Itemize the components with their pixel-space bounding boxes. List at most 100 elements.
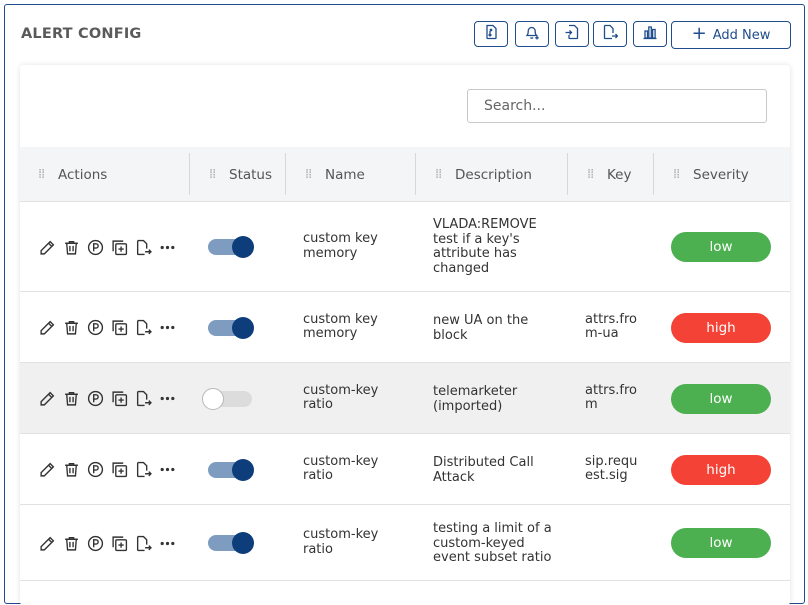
- toggle-knob: [202, 387, 224, 410]
- more-icon[interactable]: [158, 319, 176, 337]
- duplicate-icon[interactable]: [110, 461, 128, 479]
- export-icon[interactable]: [134, 390, 152, 408]
- row-actions: [38, 534, 176, 552]
- column-header-description[interactable]: ⁞⁞ Description: [435, 147, 532, 202]
- edit-icon[interactable]: [38, 390, 56, 408]
- row-actions: [38, 461, 176, 479]
- alert-name: custom key memory: [303, 231, 378, 261]
- column-divider[interactable]: [189, 153, 190, 195]
- alert-description: telemarketer (imported): [433, 384, 518, 414]
- column-divider[interactable]: [567, 153, 568, 195]
- row-actions: [38, 238, 176, 256]
- alert-name: custom key memory: [303, 311, 378, 341]
- table-row[interactable]: custom key memory VLADA:REMOVE test if a …: [20, 202, 790, 292]
- alert-table-card: ⁞⁞ Actions ⁞⁞ Status ⁞⁞ Name ⁞⁞ Descript…: [20, 65, 790, 605]
- export-icon[interactable]: [134, 238, 152, 256]
- column-header-status[interactable]: ⁞⁞ Status: [209, 147, 272, 202]
- column-header-severity[interactable]: ⁞⁞ Severity: [673, 147, 749, 202]
- severity-badge: high: [671, 312, 771, 343]
- delete-icon[interactable]: [62, 534, 80, 552]
- row-actions: [38, 390, 176, 408]
- severity-badge: low: [671, 232, 771, 262]
- export-icon[interactable]: [134, 319, 152, 337]
- severity-badge: high: [671, 454, 771, 485]
- edit-icon[interactable]: [38, 238, 56, 256]
- column-divider[interactable]: [285, 153, 286, 195]
- severity-badge: low: [671, 383, 771, 414]
- edit-icon[interactable]: [38, 461, 56, 479]
- parameters-icon[interactable]: [86, 238, 104, 256]
- file-import-icon: [564, 24, 580, 44]
- row-actions: [38, 319, 176, 337]
- status-toggle[interactable]: [206, 236, 254, 258]
- drag-handle-icon[interactable]: ⁞⁞: [587, 168, 595, 181]
- drag-handle-icon[interactable]: ⁞⁞: [305, 168, 313, 181]
- parameters-icon[interactable]: [86, 319, 104, 337]
- export-icon[interactable]: [134, 461, 152, 479]
- alert-name: custom-key ratio: [303, 453, 379, 483]
- drag-handle-icon[interactable]: ⁞⁞: [209, 168, 217, 181]
- delete-icon[interactable]: [62, 238, 80, 256]
- column-header-actions[interactable]: ⁞⁞ Actions: [38, 147, 107, 202]
- bar-chart-icon: [642, 24, 658, 44]
- table-row[interactable]: custom-key ratio Distributed Call Attack s…: [20, 434, 790, 505]
- edit-icon[interactable]: [38, 534, 56, 552]
- delete-icon[interactable]: [62, 461, 80, 479]
- alert-name: custom-key ratio: [303, 382, 379, 412]
- status-toggle[interactable]: [206, 316, 254, 339]
- search-input[interactable]: [467, 89, 767, 123]
- more-icon[interactable]: [158, 534, 176, 552]
- page-title: ALERT CONFIG: [21, 26, 142, 42]
- add-new-button[interactable]: + Add New: [671, 21, 791, 49]
- chart-button[interactable]: [633, 21, 667, 47]
- status-toggle[interactable]: [206, 458, 254, 481]
- alert-name: custom-key ratio: [303, 527, 379, 557]
- more-icon[interactable]: [158, 238, 176, 256]
- import-file-button[interactable]: [555, 21, 589, 47]
- add-notification-button[interactable]: [515, 21, 549, 47]
- duplicate-icon[interactable]: [110, 238, 128, 256]
- alert-key: attrs.from: [585, 382, 637, 412]
- duplicate-icon[interactable]: [110, 390, 128, 408]
- parameters-icon[interactable]: [86, 390, 104, 408]
- duplicate-icon[interactable]: [110, 319, 128, 337]
- alert-key: attrs.from-ua: [585, 311, 637, 341]
- alert-key: sip.request.sig: [585, 453, 638, 483]
- more-icon[interactable]: [158, 461, 176, 479]
- alert-description: Distributed Call Attack: [433, 455, 534, 485]
- toggle-knob: [232, 532, 254, 554]
- file-export-icon: [602, 24, 619, 44]
- alert-description: testing a limit of a custom-keyed event …: [433, 521, 552, 565]
- table-row[interactable]: custom-key ratio telemarketer (imported) a…: [20, 363, 790, 434]
- add-new-label: Add New: [712, 27, 771, 43]
- drag-handle-icon[interactable]: ⁞⁞: [38, 168, 46, 181]
- import-config-button[interactable]: [474, 21, 508, 47]
- export-file-button[interactable]: [593, 21, 627, 47]
- status-toggle[interactable]: [206, 532, 254, 554]
- alert-description: new UA on the block: [433, 313, 529, 343]
- toggle-knob: [232, 316, 254, 339]
- bell-plus-icon: [524, 24, 540, 44]
- column-header-name[interactable]: ⁞⁞ Name: [305, 147, 365, 202]
- delete-icon[interactable]: [62, 319, 80, 337]
- column-divider[interactable]: [415, 153, 416, 195]
- document-import-icon: [483, 24, 499, 44]
- status-toggle[interactable]: [202, 387, 254, 410]
- duplicate-icon[interactable]: [110, 534, 128, 552]
- export-icon[interactable]: [134, 534, 152, 552]
- column-header-key[interactable]: ⁞⁞ Key: [587, 147, 631, 202]
- alert-description: VLADA:REMOVE test if a key's attribute h…: [433, 217, 537, 276]
- more-icon[interactable]: [158, 390, 176, 408]
- edit-icon[interactable]: [38, 319, 56, 337]
- severity-badge: low: [671, 528, 771, 558]
- parameters-icon[interactable]: [86, 534, 104, 552]
- table-row[interactable]: custom-key ratio testing a limit of a cus…: [20, 505, 790, 581]
- parameters-icon[interactable]: [86, 461, 104, 479]
- drag-handle-icon[interactable]: ⁞⁞: [435, 168, 443, 181]
- column-divider[interactable]: [653, 153, 654, 195]
- drag-handle-icon[interactable]: ⁞⁞: [673, 168, 681, 181]
- toggle-knob: [232, 236, 254, 258]
- table-header: ⁞⁞ Actions ⁞⁞ Status ⁞⁞ Name ⁞⁞ Descript…: [20, 147, 790, 202]
- table-row[interactable]: custom key memory new UA on the block attr…: [20, 292, 790, 363]
- delete-icon[interactable]: [62, 390, 80, 408]
